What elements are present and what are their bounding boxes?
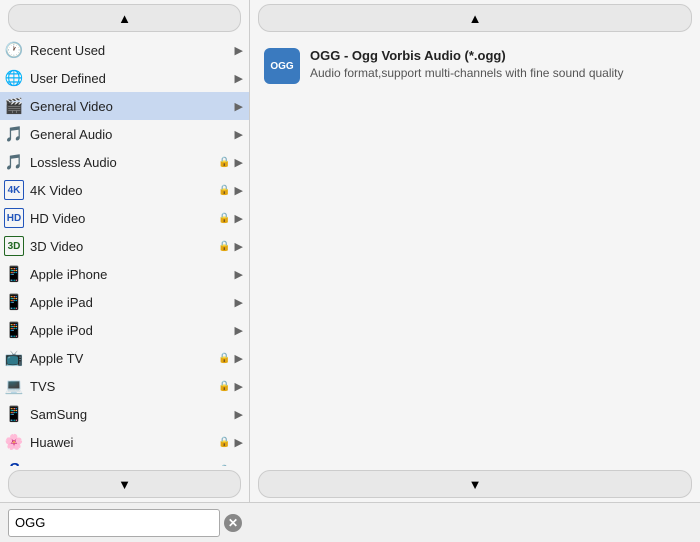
chevron-right-icon: ▶ [235,184,243,197]
4k-icon: 4K [4,180,24,200]
format-icon: OGG [264,48,300,84]
ipad-icon: 📱 [4,292,24,312]
left-scroll-down-button[interactable]: ▼ [8,470,241,498]
search-bar: ✕ [0,502,250,542]
chevron-right-icon: ▶ [235,436,243,449]
sidebar-item-tvs[interactable]: 💻 TVS🔒 ▶ [0,372,249,400]
category-label: HD Video [30,211,216,226]
sidebar-item-4k-video[interactable]: 4K 4K Video🔒 ▶ [0,176,249,204]
huawei-icon: 🌸 [4,432,24,452]
lock-icon: 🔒 [218,353,230,364]
category-list: 🕐 Recent Used ▶ 🌐 User Defined ▶ 🎬 General Vide… [0,36,249,466]
tvs-icon: 💻 [4,376,24,396]
sidebar-item-3d-video[interactable]: 3D 3D Video🔒 ▶ [0,232,249,260]
chevron-up-icon: ▲ [118,11,131,26]
chevron-down-icon: ▼ [118,477,131,492]
right-scroll-down-button[interactable]: ▼ [258,470,692,498]
sidebar-item-general-video[interactable]: 🎬 General Video ▶ [0,92,249,120]
sidebar-item-apple-iphone[interactable]: 📱 Apple iPhone ▶ [0,260,249,288]
sidebar-item-hd-video[interactable]: HD HD Video🔒 ▶ [0,204,249,232]
format-item: OGG OGG - Ogg Vorbis Audio (*.ogg) Audio… [264,48,686,84]
user-icon: 🌐 [4,68,24,88]
sidebar-item-huawei[interactable]: 🌸 Huawei🔒 ▶ [0,428,249,456]
samsung-icon: 📱 [4,404,24,424]
sony-icon: S [4,460,24,466]
hd-icon: HD [4,208,24,228]
format-description: Audio format,support multi-channels with… [310,66,624,80]
chevron-right-icon: ▶ [235,240,243,253]
chevron-right-icon: ▶ [235,268,243,281]
category-label: Recent Used [30,43,231,58]
lock-icon: 🔒 [218,465,230,467]
chevron-right-icon: ▶ [235,128,243,141]
category-label: SamSung [30,407,231,422]
lock-icon: 🔒 [218,185,230,196]
search-input[interactable] [8,509,220,537]
chevron-right-icon: ▶ [235,44,243,57]
chevron-down-icon: ▼ [469,477,482,492]
chevron-right-icon: ▶ [235,296,243,309]
category-label: Apple iPhone [30,267,231,282]
sidebar-item-recent[interactable]: 🕐 Recent Used ▶ [0,36,249,64]
left-scroll-up-button[interactable]: ▲ [8,4,241,32]
sidebar-item-user-defined[interactable]: 🌐 User Defined ▶ [0,64,249,92]
sidebar-item-apple-ipad[interactable]: 📱 Apple iPad ▶ [0,288,249,316]
category-label: User Defined [30,71,231,86]
chevron-right-icon: ▶ [235,380,243,393]
right-scroll-up-button[interactable]: ▲ [258,4,692,32]
category-label: General Audio [30,127,231,142]
ipod-icon: 📱 [4,320,24,340]
category-label: General Video [30,99,231,114]
sidebar-item-apple-tv[interactable]: 📺 Apple TV🔒 ▶ [0,344,249,372]
lock-icon: 🔒 [218,213,230,224]
sidebar-item-lossless-audio[interactable]: 🎵 Lossless Audio🔒 ▶ [0,148,249,176]
lock-icon: 🔒 [218,381,230,392]
chevron-right-icon: ▶ [235,352,243,365]
chevron-right-icon: ▶ [235,100,243,113]
apple-tv-icon: 📺 [4,348,24,368]
category-label: Lossless Audio [30,155,216,170]
category-label: Sony [30,463,216,467]
search-clear-button[interactable]: ✕ [224,514,242,532]
chevron-right-icon: ▶ [235,464,243,467]
chevron-right-icon: ▶ [235,72,243,85]
chevron-right-icon: ▶ [235,156,243,169]
category-label: Apple iPod [30,323,231,338]
search-bar-container: ✕ [0,502,700,542]
chevron-right-icon: ▶ [235,324,243,337]
general-audio-icon: 🎵 [4,124,24,144]
sidebar-item-sony[interactable]: S Sony🔒 ▶ [0,456,249,466]
category-label: 3D Video [30,239,216,254]
general-video-icon: 🎬 [4,96,24,116]
sidebar-item-general-audio[interactable]: 🎵 General Audio ▶ [0,120,249,148]
recent-icon: 🕐 [4,40,24,60]
category-label: Apple TV [30,351,216,366]
lock-icon: 🔒 [218,157,230,168]
format-content: OGG OGG - Ogg Vorbis Audio (*.ogg) Audio… [250,36,700,466]
lossless-icon: 🎵 [4,152,24,172]
sidebar-item-apple-ipod[interactable]: 📱 Apple iPod ▶ [0,316,249,344]
chevron-up-icon: ▲ [469,11,482,26]
iphone-icon: 📱 [4,264,24,284]
chevron-right-icon: ▶ [235,408,243,421]
3d-icon: 3D [4,236,24,256]
format-info: OGG - Ogg Vorbis Audio (*.ogg) Audio for… [310,48,624,80]
category-label: Huawei [30,435,216,450]
category-label: Apple iPad [30,295,231,310]
category-label: TVS [30,379,216,394]
chevron-right-icon: ▶ [235,212,243,225]
lock-icon: 🔒 [218,437,230,448]
lock-icon: 🔒 [218,241,230,252]
format-name: OGG - Ogg Vorbis Audio (*.ogg) [310,48,624,63]
category-label: 4K Video [30,183,216,198]
sidebar-item-samsung[interactable]: 📱 SamSung ▶ [0,400,249,428]
